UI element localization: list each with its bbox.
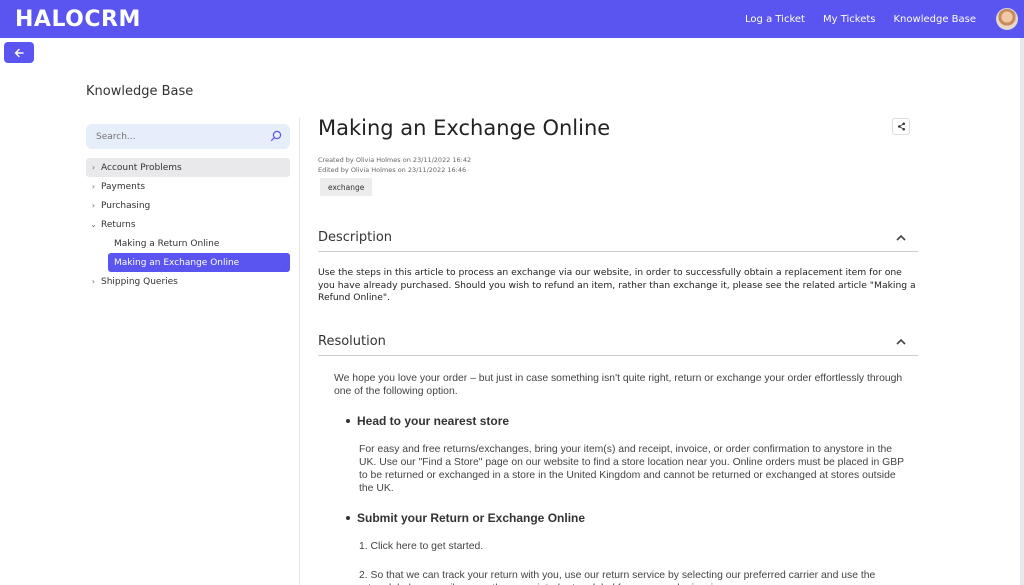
search-box: [86, 124, 290, 149]
kb-sidebar: › Account Problems › Payments › Purchasi…: [86, 124, 290, 291]
bullet-title: Head to your nearest store: [357, 414, 510, 428]
halocrm-logo[interactable]: HALOCRM: [15, 7, 141, 32]
kb-category-tree: › Account Problems › Payments › Purchasi…: [86, 158, 290, 291]
article-meta: Created by Olivia Holmes on 23/11/2022 1…: [318, 155, 471, 175]
sidebar-item-label: Shipping Queries: [101, 276, 178, 287]
sidebar-item-returns[interactable]: ⌄ Returns: [86, 215, 290, 234]
search-icon[interactable]: [270, 130, 282, 142]
nav-knowledge-base[interactable]: Knowledge Base: [894, 14, 977, 25]
back-button[interactable]: [4, 42, 34, 63]
bullet-text: For easy and free returns/exchanges, bri…: [359, 444, 904, 494]
sidebar-item-purchasing[interactable]: › Purchasing: [86, 196, 290, 215]
section-title: Description: [318, 230, 393, 245]
sidebar-item-label: Payments: [101, 181, 146, 192]
chevron-right-icon: ›: [91, 163, 96, 172]
sidebar-item-account-problems[interactable]: › Account Problems: [86, 158, 290, 177]
step-one[interactable]: 1. Click here to get started.: [359, 540, 904, 553]
created-info: Created by Olivia Holmes on 23/11/2022 1…: [318, 156, 472, 164]
section-title: Resolution: [318, 334, 386, 349]
step-two: 2. So that we can track your return with…: [359, 570, 876, 585]
chevron-right-icon: ›: [91, 277, 96, 286]
chevron-right-icon: ›: [91, 182, 96, 191]
chevron-up-icon[interactable]: [896, 234, 906, 241]
resolution-body: We hope you love your order – but just i…: [334, 372, 904, 585]
bullet-submit-online: Submit your Return or Exchange Online: [346, 511, 904, 525]
description-text: Use the steps in this article to process…: [318, 267, 916, 303]
sidebar-item-label: Account Problems: [101, 162, 182, 173]
sidebar-item-payments[interactable]: › Payments: [86, 177, 290, 196]
page-title: Knowledge Base: [86, 84, 194, 99]
sidebar-item-making-a-return-online[interactable]: Making a Return Online: [86, 234, 290, 253]
resolution-intro: We hope you love your order – but just i…: [334, 373, 903, 397]
nav-my-tickets[interactable]: My Tickets: [823, 14, 876, 25]
page-scrollbar[interactable]: [1020, 38, 1024, 585]
chevron-down-icon: ⌄: [90, 220, 97, 229]
article-title: Making an Exchange Online: [318, 116, 611, 140]
bullet-title: Submit your Return or Exchange Online: [357, 511, 586, 525]
bullet-head-to-store: Head to your nearest store: [346, 414, 904, 428]
resolution-section-header[interactable]: Resolution: [318, 332, 918, 356]
share-icon: [897, 122, 905, 131]
sidebar-divider: [299, 118, 300, 585]
user-avatar[interactable]: [996, 8, 1018, 30]
search-input[interactable]: [86, 124, 290, 149]
edited-info: Edited by Olivia Holmes on 23/11/2022 16…: [318, 166, 467, 174]
chevron-right-icon: ›: [91, 201, 96, 210]
bullet-icon: [346, 419, 350, 423]
sidebar-item-making-an-exchange-online[interactable]: Making an Exchange Online: [108, 253, 290, 272]
bullet-icon: [346, 516, 350, 520]
sidebar-item-label: Purchasing: [101, 200, 151, 211]
arrow-left-icon: [14, 48, 24, 57]
nav-log-a-ticket[interactable]: Log a Ticket: [745, 14, 805, 25]
main-nav: Log a Ticket My Tickets Knowledge Base: [745, 0, 976, 38]
article-header: Making an Exchange Online: [318, 116, 918, 140]
top-navigation-bar: HALOCRM Log a Ticket My Tickets Knowledg…: [0, 0, 1024, 38]
description-section-header[interactable]: Description: [318, 228, 918, 252]
sidebar-item-label: Returns: [101, 219, 136, 230]
share-button[interactable]: [892, 118, 910, 135]
tag-exchange[interactable]: exchange: [320, 178, 373, 196]
chevron-up-icon[interactable]: [896, 338, 906, 345]
sidebar-item-shipping-queries[interactable]: › Shipping Queries: [86, 272, 290, 291]
